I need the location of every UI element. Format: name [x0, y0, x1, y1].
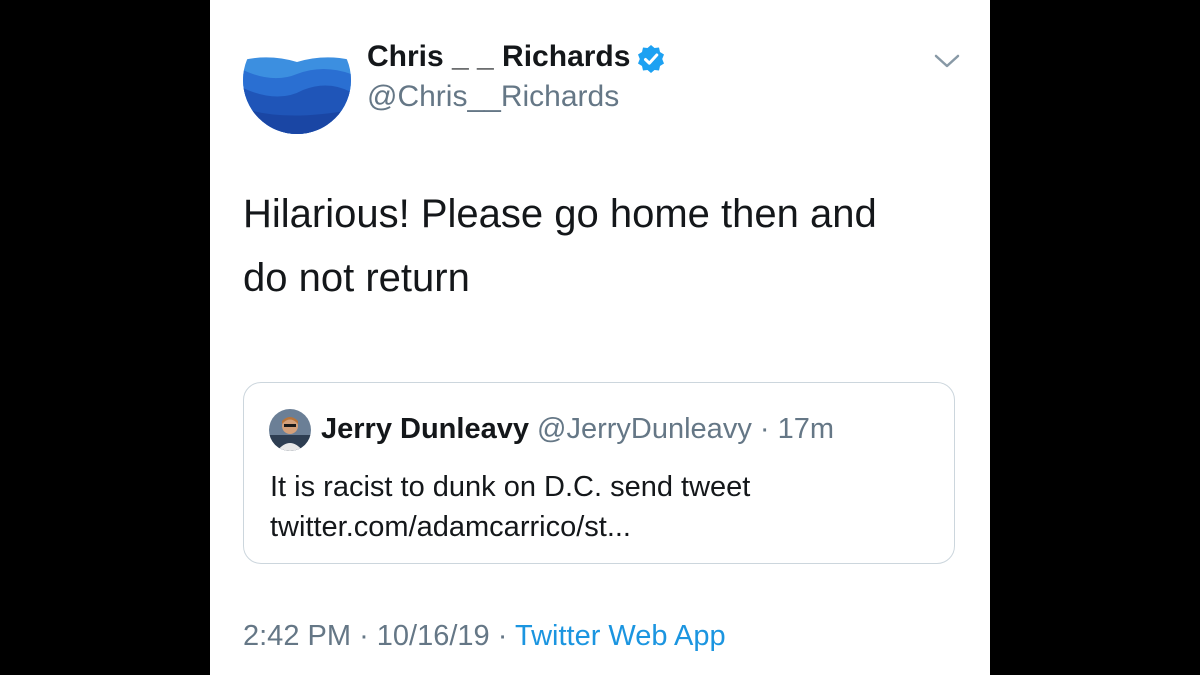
avatar-image: [243, 26, 351, 134]
quoted-avatar-image: [269, 409, 311, 451]
quoted-user-avatar[interactable]: [269, 409, 311, 451]
quoted-handle[interactable]: @JerryDunleavy: [537, 413, 752, 445]
quoted-text-line: It is racist to dunk on D.C. send tweet: [270, 471, 751, 503]
tweet-text-line: Hilarious! Please go home then and: [243, 192, 877, 236]
verified-badge-icon: [638, 45, 664, 73]
tweet-text: Hilarious! Please go home then and do no…: [243, 182, 953, 310]
source-app-link[interactable]: Twitter Web App: [515, 620, 726, 652]
separator-dot: ·: [359, 620, 369, 652]
quoted-tweet-text: It is racist to dunk on D.C. send tweet …: [270, 467, 930, 547]
separator-dot: ·: [497, 620, 508, 652]
user-avatar[interactable]: [243, 26, 351, 134]
tweet-footer: 2:42 PM · 10/16/19 · Twitter Web App: [243, 620, 726, 653]
tweet-time[interactable]: 2:42 PM: [243, 620, 351, 652]
tweet-card: Chris _ _ Richards @Chris__Richards Hila…: [210, 0, 990, 675]
quoted-display-name[interactable]: Jerry Dunleavy: [321, 413, 529, 445]
chevron-down-icon[interactable]: [932, 50, 962, 72]
display-name[interactable]: Chris _ _ Richards: [367, 40, 630, 74]
tweet-text-line: do not return: [243, 256, 470, 300]
separator-dot: ·: [759, 413, 770, 445]
quoted-time[interactable]: 17m: [778, 413, 834, 445]
quoted-link[interactable]: twitter.com/adamcarrico/st...: [270, 507, 930, 547]
quoted-tweet-header: Jerry Dunleavy @JerryDunleavy · 17m: [321, 413, 834, 446]
quoted-tweet[interactable]: Jerry Dunleavy @JerryDunleavy · 17m It i…: [243, 382, 955, 564]
user-handle[interactable]: @Chris__Richards: [367, 80, 619, 114]
tweet-date[interactable]: 10/16/19: [377, 620, 490, 652]
